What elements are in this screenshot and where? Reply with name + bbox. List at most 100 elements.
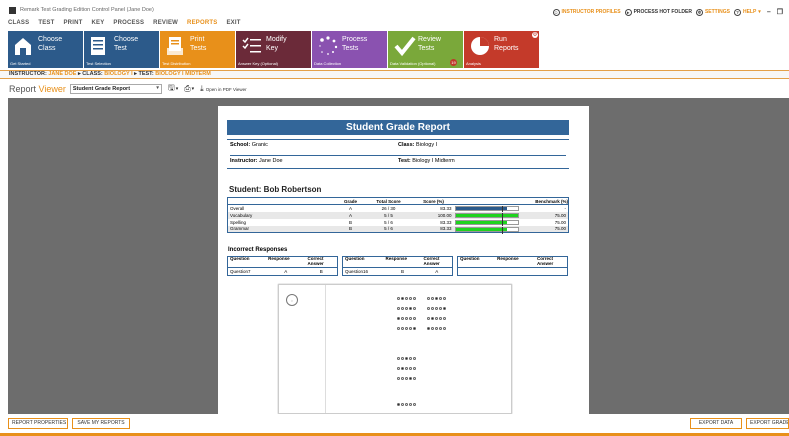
app-logo-icon bbox=[9, 6, 16, 14]
row-name: Spelling bbox=[230, 219, 247, 225]
answer-bubble bbox=[397, 367, 400, 370]
answer-bubble bbox=[397, 357, 400, 360]
ribbon-tile-label: Review Tests bbox=[418, 36, 441, 52]
restore-icon[interactable]: ❐ bbox=[777, 8, 783, 16]
bubble-row bbox=[397, 317, 416, 320]
bubble-row bbox=[427, 297, 446, 300]
print-icon[interactable]: ⎙ bbox=[184, 84, 190, 94]
ribbon-tile-sublabel: Answer Key (Optional) bbox=[238, 61, 279, 66]
answer-bubble bbox=[409, 307, 412, 310]
grade-row: Grammar B 5 / 6 83.33 75.00 bbox=[227, 225, 569, 234]
menu-exit[interactable]: EXIT bbox=[226, 20, 240, 30]
spinner-icon bbox=[318, 36, 338, 61]
instructor-profiles-label: INSTRUCTOR PROFILES bbox=[561, 9, 621, 15]
bubble-row bbox=[397, 377, 416, 380]
bubble-row bbox=[427, 307, 446, 310]
menu-class[interactable]: CLASS bbox=[8, 20, 29, 30]
ribbon-tile-choose-class[interactable]: Choose Class Get Started bbox=[8, 31, 83, 68]
row-name: Overall bbox=[230, 205, 245, 211]
answer-bubble bbox=[401, 297, 404, 300]
help-label: HELP bbox=[742, 9, 757, 15]
benchmark-marker bbox=[502, 226, 503, 234]
folder-icon: ▸ bbox=[624, 8, 632, 16]
report-viewer[interactable]: Student Grade Report School: Granic Clas… bbox=[8, 98, 789, 414]
menu-test[interactable]: TEST bbox=[38, 20, 54, 30]
menu-review[interactable]: REVIEW bbox=[153, 20, 178, 30]
instructor-value[interactable]: JANE DOE bbox=[48, 71, 76, 77]
answer-bubble bbox=[409, 357, 412, 360]
export-gradebook-button[interactable]: EXPORT GRADEBOOK bbox=[746, 418, 789, 429]
menu-reports[interactable]: REPORTS bbox=[187, 20, 217, 30]
answer-bubble bbox=[427, 307, 430, 310]
bubble-row bbox=[397, 327, 416, 330]
ribbon-tile-review-tests[interactable]: Review Tests Data Validation (Optional) 19 bbox=[388, 31, 463, 68]
student-heading: Student: Bob Robertson bbox=[229, 185, 322, 194]
report-properties-button[interactable]: REPORT PROPERTIES bbox=[8, 418, 68, 429]
test-value[interactable]: BIOLOGY I MIDTERM bbox=[155, 71, 211, 77]
inc-cell: B bbox=[319, 269, 323, 274]
download-icon[interactable]: ⤓ bbox=[200, 84, 204, 94]
answer-bubble bbox=[413, 357, 416, 360]
answer-bubble bbox=[409, 317, 412, 320]
row-total: 26 / 30 bbox=[381, 205, 396, 211]
inc-header: Question bbox=[457, 256, 496, 268]
instructor-profiles-link[interactable]: ☺ INSTRUCTOR PROFILES bbox=[552, 8, 621, 16]
ribbon-tile-print-tests[interactable]: Print Tests Test Distribution bbox=[160, 31, 235, 68]
report-select[interactable]: Student Grade Report ▾ bbox=[69, 84, 162, 94]
export-data-button[interactable]: EXPORT DATA bbox=[690, 418, 742, 429]
ribbon-tile-label: Choose Test bbox=[114, 36, 139, 52]
menu-key[interactable]: KEY bbox=[91, 20, 104, 30]
answer-bubble bbox=[397, 327, 400, 330]
minimize-icon[interactable]: – bbox=[767, 9, 771, 16]
scan-left-strip: ◌ bbox=[279, 285, 326, 413]
inc-cell: A bbox=[435, 269, 439, 274]
gear-icon: ✲ bbox=[695, 8, 703, 16]
row-grade: B bbox=[348, 219, 352, 225]
answer-bubble bbox=[427, 297, 430, 300]
row-grade: B bbox=[337, 225, 364, 233]
profile-icon: ☺ bbox=[552, 8, 560, 16]
chevron-down-icon[interactable]: ▾ bbox=[176, 86, 179, 92]
inc-cell bbox=[458, 268, 496, 276]
answer-bubble bbox=[427, 327, 430, 330]
inc-header: Correct Answer bbox=[305, 256, 338, 268]
settings-link[interactable]: ✲ SETTINGS bbox=[695, 8, 730, 16]
save-icon[interactable]: 🖫 bbox=[168, 82, 175, 96]
answer-bubble bbox=[405, 327, 408, 330]
answer-bubble bbox=[401, 367, 404, 370]
ribbon-tile-modify-key[interactable]: Modify Key Answer Key (Optional) bbox=[236, 31, 311, 68]
process-hot-folder-link[interactable]: ▸ PROCESS HOT FOLDER bbox=[624, 8, 692, 16]
ribbon-tile-process-tests[interactable]: Process Tests Data Collection bbox=[312, 31, 387, 68]
house-icon bbox=[14, 36, 32, 61]
footer-bar: REPORT PROPERTIES SAVE MY REPORTS EXPORT… bbox=[0, 414, 789, 436]
open-pdf-button[interactable]: Open in PDF Viewer bbox=[206, 87, 247, 92]
help-link[interactable]: ? HELP ▾ bbox=[733, 8, 761, 16]
ribbon-tile-sublabel: Test Distribution bbox=[162, 61, 191, 66]
answer-bubble bbox=[409, 403, 412, 406]
menu-print[interactable]: PRINT bbox=[63, 20, 82, 30]
answer-bubble bbox=[439, 297, 442, 300]
ribbon-tile-label: Modify Key bbox=[266, 36, 287, 52]
save-my-reports-button[interactable]: SAVE MY REPORTS bbox=[72, 418, 130, 429]
main-menu: CLASS TEST PRINT KEY PROCESS REVIEW REPO… bbox=[8, 20, 241, 30]
answer-bubble bbox=[435, 307, 438, 310]
report-select-value: Student Grade Report bbox=[72, 86, 131, 92]
bubble-row bbox=[397, 403, 416, 406]
breadcrumb: INSTRUCTOR: JANE DOE ▸ CLASS: BIOLOGY I … bbox=[0, 70, 789, 79]
help-icon: ? bbox=[733, 8, 741, 16]
answer-bubble bbox=[413, 377, 416, 380]
ribbon-tile-label: Print Tests bbox=[190, 36, 207, 52]
chevron-down-icon[interactable]: ▾ bbox=[192, 86, 195, 92]
report-toolbar: Report Viewer Student Grade Report ▾ 🖫 ▾… bbox=[0, 80, 789, 98]
ribbon-tile-run-reports[interactable]: Run Reports Analysis ⚙ bbox=[464, 31, 539, 68]
answer-bubble bbox=[439, 317, 442, 320]
checklist-icon bbox=[242, 36, 262, 61]
answer-bubble bbox=[401, 377, 404, 380]
ribbon-tile-choose-test[interactable]: Choose Test Test Selection bbox=[84, 31, 159, 68]
class-value[interactable]: BIOLOGY I bbox=[104, 71, 132, 77]
answer-bubble bbox=[435, 327, 438, 330]
score-bar bbox=[454, 226, 519, 234]
menu-process[interactable]: PROCESS bbox=[113, 20, 144, 30]
settings-badge-icon[interactable]: ⚙ bbox=[532, 32, 538, 38]
row-name: Grammar bbox=[227, 225, 338, 233]
